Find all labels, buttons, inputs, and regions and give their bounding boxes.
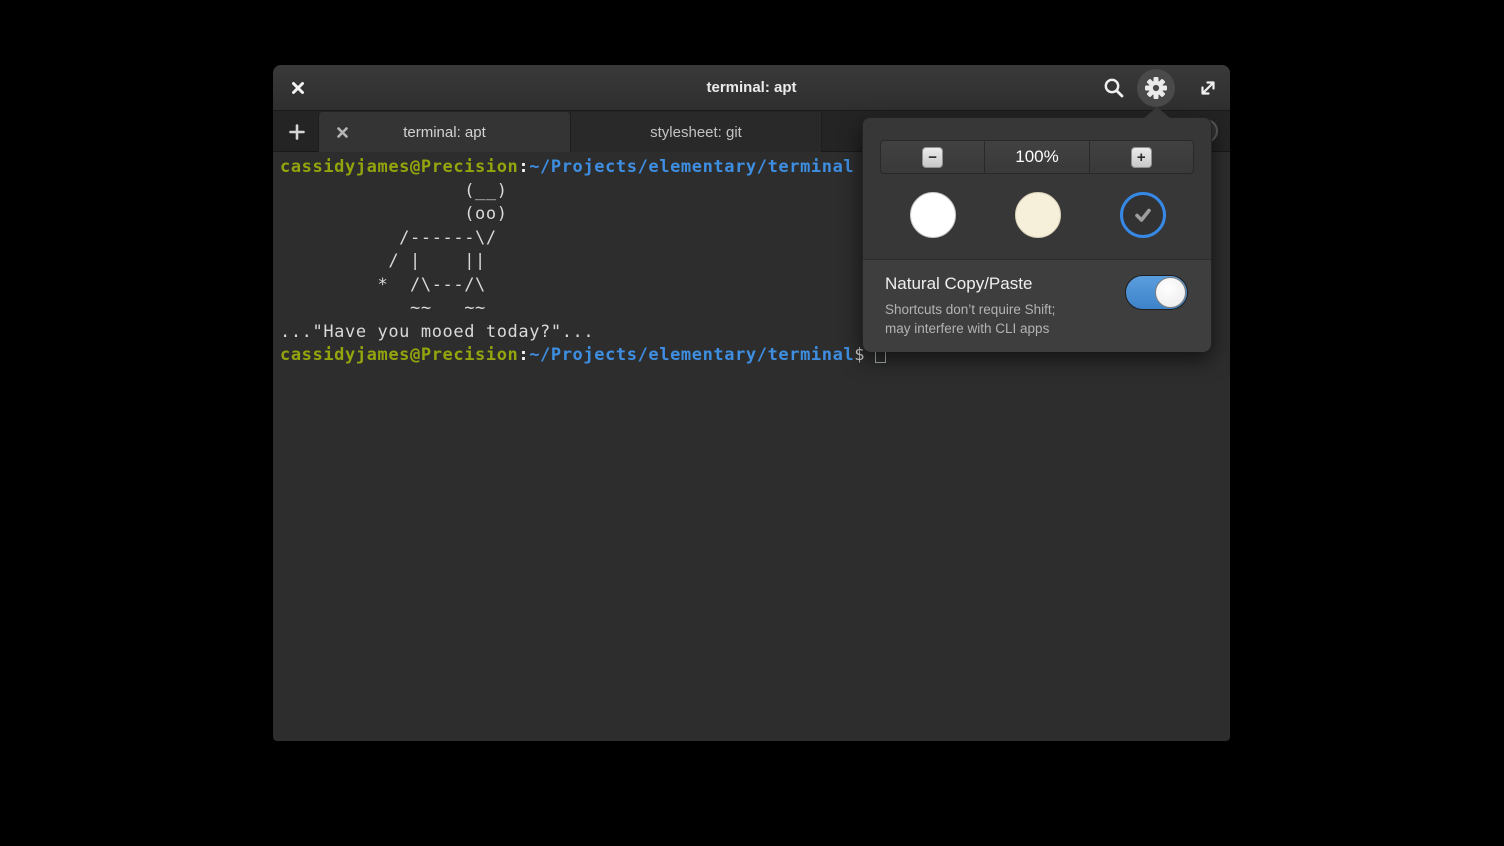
zoom-level-value[interactable]: 100% bbox=[984, 141, 1088, 173]
natural-copy-paste-toggle[interactable] bbox=[1125, 275, 1188, 310]
terminal-window: terminal: apt bbox=[273, 65, 1230, 741]
zoom-in-button[interactable]: + bbox=[1089, 141, 1193, 173]
fullscreen-button[interactable] bbox=[1191, 65, 1225, 111]
tab-label: stylesheet: git bbox=[650, 124, 742, 141]
search-icon bbox=[1102, 76, 1126, 100]
new-tab-button[interactable] bbox=[283, 119, 311, 145]
natural-copy-paste-section: Natural Copy/Paste Shortcuts don’t requi… bbox=[863, 259, 1211, 352]
settings-button[interactable] bbox=[1139, 65, 1173, 111]
gear-icon bbox=[1143, 75, 1169, 101]
checkmark-icon bbox=[1132, 204, 1154, 226]
titlebar: terminal: apt bbox=[273, 65, 1230, 111]
tab-label: terminal: apt bbox=[403, 124, 486, 141]
prompt-path: ~/Projects/elementary/terminal bbox=[529, 157, 854, 177]
natural-copy-paste-description: may interfere with CLI apps bbox=[885, 319, 1049, 338]
tab-close-icon bbox=[336, 126, 349, 139]
tab-close-button[interactable] bbox=[331, 112, 353, 152]
theme-sepia-button[interactable] bbox=[1015, 192, 1061, 238]
prompt-user-host: cassidyjames@Precision bbox=[280, 345, 518, 365]
search-button[interactable] bbox=[1097, 65, 1131, 111]
theme-selector bbox=[863, 192, 1211, 238]
window-title: terminal: apt bbox=[273, 65, 1230, 111]
popover-arrow bbox=[1144, 107, 1170, 118]
prompt-user-host: cassidyjames@Precision bbox=[280, 157, 518, 177]
natural-copy-paste-title: Natural Copy/Paste bbox=[885, 274, 1032, 294]
minus-icon: − bbox=[922, 147, 943, 168]
zoom-control-group: − 100% + bbox=[880, 140, 1194, 174]
expand-icon bbox=[1197, 77, 1219, 99]
plus-icon bbox=[288, 123, 306, 141]
toggle-knob bbox=[1155, 277, 1186, 308]
settings-popover: − 100% + Natural C bbox=[862, 117, 1212, 351]
prompt-path: ~/Projects/elementary/terminal bbox=[529, 345, 854, 365]
tab-terminal-apt[interactable]: terminal: apt bbox=[318, 112, 571, 152]
theme-light-button[interactable] bbox=[910, 192, 956, 238]
desktop-background: terminal: apt bbox=[0, 0, 1504, 846]
natural-copy-paste-description: Shortcuts don’t require Shift; bbox=[885, 300, 1055, 319]
zoom-out-button[interactable]: − bbox=[881, 141, 984, 173]
tab-stylesheet-git[interactable]: stylesheet: git bbox=[571, 112, 822, 152]
theme-dark-button[interactable] bbox=[1120, 192, 1166, 238]
plus-icon: + bbox=[1131, 147, 1152, 168]
